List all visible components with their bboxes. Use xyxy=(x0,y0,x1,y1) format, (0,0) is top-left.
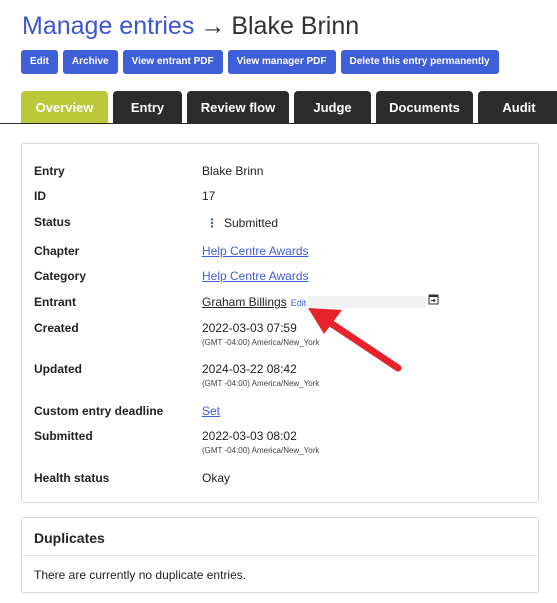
status-menu-icon[interactable]: ⋮ xyxy=(206,216,218,230)
created-timezone: (GMT -04:00) America/New_York xyxy=(202,338,320,347)
detail-value: Help Centre Awards xyxy=(202,269,309,283)
detail-label: Created xyxy=(34,321,79,335)
status-value: Submitted xyxy=(224,216,279,230)
detail-label: Status xyxy=(34,215,71,229)
detail-value: Okay xyxy=(202,471,231,485)
breadcrumb-arrow-icon: → xyxy=(200,12,226,40)
detail-label: Updated xyxy=(34,362,82,376)
page-header: Manage entries → Blake Brinn xyxy=(22,10,359,42)
detail-value: Help Centre Awards xyxy=(202,244,309,258)
chapter-link[interactable]: Help Centre Awards xyxy=(202,244,309,258)
detail-label: Health status xyxy=(34,471,110,485)
archive-button[interactable]: Archive xyxy=(62,50,118,74)
detail-label: Entry xyxy=(34,164,65,178)
detail-value: 2022-03-03 07:59 (GMT -04:00) America/Ne… xyxy=(202,321,319,347)
updated-date: 2024-03-22 08:42 xyxy=(202,362,297,376)
entrant-edit-link[interactable]: Edit xyxy=(291,298,307,308)
updated-timezone: (GMT -04:00) America/New_York xyxy=(202,379,320,388)
set-deadline-link[interactable]: Set xyxy=(202,404,220,418)
submitted-date: 2022-03-03 08:02 xyxy=(202,429,297,443)
category-link[interactable]: Help Centre Awards xyxy=(202,269,309,283)
entry-details-panel: Entry Blake Brinn ID 17 Status ⋮ Submitte… xyxy=(21,143,539,503)
detail-label: Chapter xyxy=(34,244,80,258)
view-manager-pdf-button[interactable]: View manager PDF xyxy=(227,50,336,74)
detail-value: Graham Billings Edit xyxy=(202,294,439,309)
tab-divider xyxy=(0,123,557,124)
view-entrant-pdf-button[interactable]: View entrant PDF xyxy=(122,50,223,74)
duplicates-title: Duplicates xyxy=(34,530,105,546)
detail-label: Category xyxy=(34,269,87,283)
detail-label: Submitted xyxy=(34,429,93,443)
entrant-search-field[interactable] xyxy=(308,296,426,308)
entrant-link[interactable]: Graham Billings xyxy=(202,295,287,309)
assign-icon[interactable] xyxy=(428,294,439,305)
tab-entry[interactable]: Entry xyxy=(113,91,182,124)
breadcrumb-manage-entries[interactable]: Manage entries xyxy=(22,12,194,40)
tab-documents[interactable]: Documents xyxy=(376,91,473,124)
detail-label: Custom entry deadline xyxy=(34,404,164,418)
detail-value: 2022-03-03 08:02 (GMT -04:00) America/Ne… xyxy=(202,429,319,455)
tab-review-flow[interactable]: Review flow xyxy=(187,91,289,124)
edit-button[interactable]: Edit xyxy=(21,50,58,74)
detail-value: Set xyxy=(202,404,220,418)
tab-bar: Overview Entry Review flow Judge Documen… xyxy=(21,91,557,124)
submitted-timezone: (GMT -04:00) America/New_York xyxy=(202,446,320,455)
detail-value: 17 xyxy=(202,189,216,203)
created-date: 2022-03-03 07:59 xyxy=(202,321,297,335)
page-title: Blake Brinn xyxy=(231,12,360,40)
detail-value: ⋮ Submitted xyxy=(202,216,278,230)
duplicates-message: There are currently no duplicate entries… xyxy=(34,568,247,582)
delete-entry-button[interactable]: Delete this entry permanently xyxy=(340,50,499,74)
action-toolbar: Edit Archive View entrant PDF View manag… xyxy=(21,50,499,74)
tab-audit[interactable]: Audit xyxy=(478,91,557,124)
detail-value: 2024-03-22 08:42 (GMT -04:00) America/Ne… xyxy=(202,362,319,388)
duplicates-divider xyxy=(22,555,538,556)
tab-overview[interactable]: Overview xyxy=(21,91,108,124)
detail-label: ID xyxy=(34,189,46,203)
detail-label: Entrant xyxy=(34,295,76,309)
detail-value: Blake Brinn xyxy=(202,164,264,178)
duplicates-panel: Duplicates There are currently no duplic… xyxy=(21,517,539,593)
tab-judge[interactable]: Judge xyxy=(294,91,371,124)
